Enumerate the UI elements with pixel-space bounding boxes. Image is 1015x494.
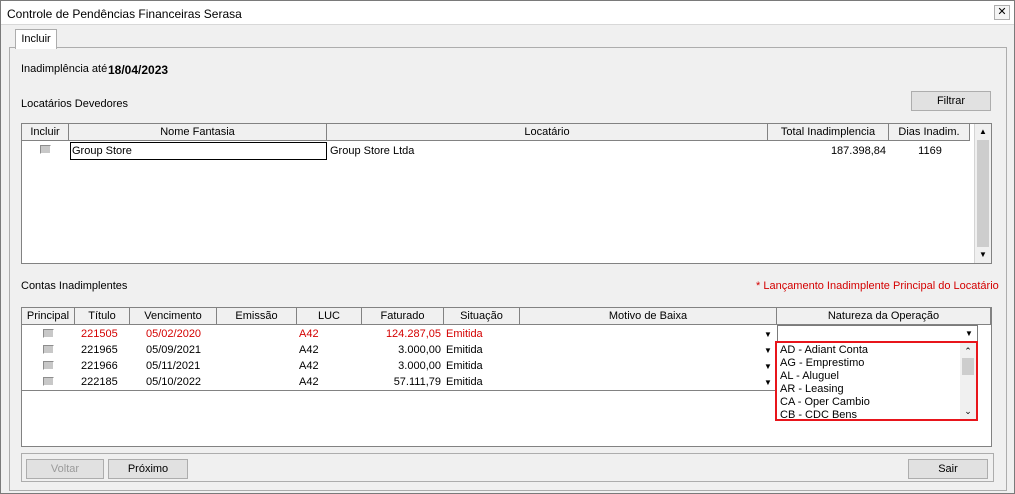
col-header-situacao[interactable]: Situação: [444, 308, 520, 325]
contas-section-label: Contas Inadimplentes: [21, 280, 128, 292]
cell-titulo[interactable]: 222185: [79, 374, 129, 390]
list-item[interactable]: AG - Emprestimo: [780, 357, 864, 370]
natureza-combobox[interactable]: ▼: [777, 325, 978, 342]
app-window: Controle de Pendências Financeiras Seras…: [0, 0, 1015, 494]
principal-checkbox[interactable]: [43, 345, 54, 354]
col-header-faturado[interactable]: Faturado: [362, 308, 444, 325]
col-header-total[interactable]: Total Inadimplencia: [768, 124, 889, 141]
cell-luc[interactable]: A42: [297, 326, 337, 342]
list-item[interactable]: CA - Oper Cambio: [780, 396, 870, 409]
cell-faturado[interactable]: 3.000,00: [363, 358, 443, 374]
cell-total[interactable]: 187.398,84: [769, 143, 888, 159]
col-header-nome-fantasia[interactable]: Nome Fantasia: [69, 124, 327, 141]
cell-titulo[interactable]: 221965: [79, 342, 129, 358]
motivo-dropdown-icon[interactable]: ▼: [760, 375, 776, 390]
col-header-incluir[interactable]: Incluir: [22, 124, 69, 141]
cell-dias[interactable]: 1169: [890, 143, 970, 159]
cell-emissao[interactable]: [218, 358, 296, 374]
close-button[interactable]: ✕: [994, 5, 1010, 20]
col-header-titulo[interactable]: Título: [75, 308, 130, 325]
cell-luc[interactable]: A42: [297, 374, 337, 390]
list-item[interactable]: CB - CDC Bens: [780, 409, 857, 422]
tab-incluir[interactable]: Incluir: [15, 29, 57, 49]
cell-vencimento[interactable]: 05/10/2022: [144, 374, 216, 390]
scroll-thumb[interactable]: [977, 140, 989, 247]
row-divider: [22, 390, 777, 391]
cell-faturado[interactable]: 3.000,00: [363, 342, 443, 358]
cell-titulo[interactable]: 221505: [79, 326, 129, 342]
cell-titulo[interactable]: 221966: [79, 358, 129, 374]
principal-legend-note: * Lançamento Inadimplente Principal do L…: [756, 280, 999, 292]
cell-emissao[interactable]: [218, 374, 296, 390]
principal-checkbox[interactable]: [43, 329, 54, 338]
scroll-down-icon[interactable]: ▼: [975, 247, 991, 263]
incluir-checkbox[interactable]: [40, 145, 51, 154]
col-header-luc[interactable]: LUC: [297, 308, 362, 325]
devedores-vertical-scrollbar[interactable]: ▲ ▼: [974, 124, 991, 263]
cell-luc[interactable]: A42: [297, 358, 337, 374]
motivo-dropdown-icon[interactable]: ▼: [760, 327, 776, 342]
cell-situacao[interactable]: Emitida: [444, 326, 519, 342]
col-header-principal[interactable]: Principal: [22, 308, 75, 325]
natureza-dropdown-icon[interactable]: ▼: [961, 326, 977, 341]
col-header-motivo-baixa[interactable]: Motivo de Baixa: [520, 308, 777, 325]
col-header-natureza[interactable]: Natureza da Operação: [777, 308, 991, 325]
cell-faturado[interactable]: 124.287,05: [363, 326, 443, 342]
cell-luc[interactable]: A42: [297, 342, 337, 358]
list-item[interactable]: AR - Leasing: [780, 383, 844, 396]
motivo-dropdown-icon[interactable]: ▼: [760, 343, 776, 358]
devedores-section-label: Locatários Devedores: [21, 98, 129, 110]
inadimplencia-label: Inadimplência até: [21, 63, 108, 75]
proximo-button[interactable]: Próximo: [108, 459, 188, 479]
motivo-dropdown-icon[interactable]: ▼: [760, 359, 776, 374]
list-item[interactable]: AL - Aluguel: [780, 370, 839, 383]
cell-emissao[interactable]: [218, 342, 296, 358]
col-header-emissao[interactable]: Emissão: [217, 308, 297, 325]
devedores-grid: Incluir Nome Fantasia Locatário Total In…: [21, 123, 992, 264]
scroll-up-icon[interactable]: ▲: [975, 124, 991, 140]
cell-emissao[interactable]: [218, 326, 296, 342]
col-header-locatario[interactable]: Locatário: [327, 124, 768, 141]
col-header-dias[interactable]: Dias Inadim.: [889, 124, 970, 141]
list-scroll-thumb[interactable]: [962, 358, 974, 375]
cell-nome-fantasia[interactable]: Group Store: [70, 143, 326, 159]
cell-faturado[interactable]: 57.111,79: [363, 374, 443, 390]
cell-vencimento[interactable]: 05/02/2020: [144, 326, 216, 342]
inadimplencia-date: 18/04/2023: [108, 63, 169, 77]
voltar-button[interactable]: Voltar: [26, 459, 104, 479]
cell-situacao[interactable]: Emitida: [444, 342, 519, 358]
col-header-vencimento[interactable]: Vencimento: [130, 308, 217, 325]
list-item[interactable]: AD - Adiant Conta: [780, 344, 868, 357]
cell-vencimento[interactable]: 05/11/2021: [144, 358, 216, 374]
natureza-dropdown-list[interactable]: AD - Adiant Conta AG - Emprestimo AL - A…: [775, 341, 978, 421]
window-title: Controle de Pendências Financeiras Seras…: [7, 7, 242, 21]
chevron-down-icon[interactable]: ⌄: [960, 404, 976, 420]
cell-locatario[interactable]: Group Store Ltda: [328, 143, 767, 159]
principal-checkbox[interactable]: [43, 377, 54, 386]
cell-vencimento[interactable]: 05/09/2021: [144, 342, 216, 358]
sair-button[interactable]: Sair: [908, 459, 988, 479]
list-scrollbar[interactable]: ⌃ ⌄: [960, 343, 976, 419]
chevron-up-icon[interactable]: ⌃: [960, 343, 976, 359]
principal-checkbox[interactable]: [43, 361, 54, 370]
cell-situacao[interactable]: Emitida: [444, 358, 519, 374]
title-bar: Controle de Pendências Financeiras Seras…: [1, 1, 1014, 25]
cell-situacao[interactable]: Emitida: [444, 374, 519, 390]
filter-button[interactable]: Filtrar: [911, 91, 991, 111]
